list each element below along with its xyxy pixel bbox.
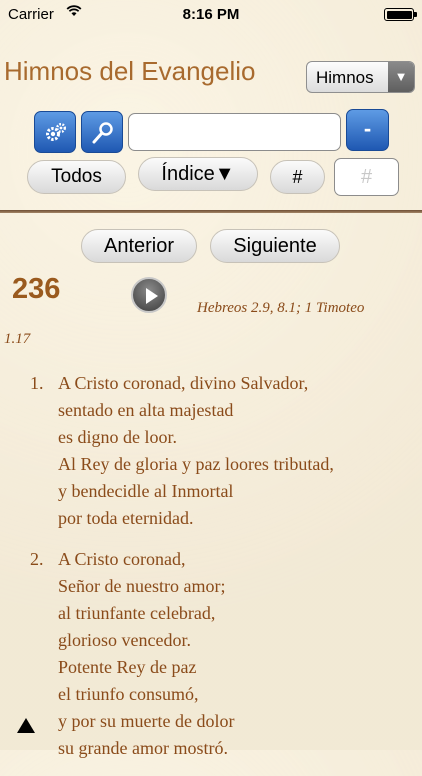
verse-line: Señor de nuestro amor;: [58, 576, 226, 596]
battery-tip: [414, 12, 417, 17]
verse-number: 2.: [30, 549, 44, 569]
index-button[interactable]: Índice▼: [138, 157, 258, 191]
verse-line: sentado en alta majestad: [58, 400, 234, 420]
references-line-2: 1.17: [4, 331, 31, 347]
references-line-1: Hebreos 2.9, 8.1; 1 Timoteo: [197, 300, 365, 316]
header-divider: [0, 210, 422, 213]
verse-1: 1. A Cristo coronad, divino Salvador, se…: [30, 370, 420, 532]
verse-2: 2. A Cristo coronad, Señor de nuestro am…: [30, 546, 420, 762]
verse-line: y bendecidle al Inmortal: [58, 481, 234, 501]
book-select[interactable]: Himnos ▼: [306, 61, 415, 93]
hymn-number-input[interactable]: #: [334, 158, 399, 196]
verse-line: Al Rey de gloria y paz loores tributad,: [58, 454, 334, 474]
verse-line: su grande amor mostró.: [58, 738, 228, 758]
verse-line: es digno de loor.: [58, 427, 177, 447]
verse-line: por toda eternidad.: [58, 508, 194, 528]
settings-gear-icon: [46, 123, 66, 141]
verse-line: Potente Rey de paz: [58, 657, 197, 677]
search-button[interactable]: [81, 111, 123, 153]
verse-number: 1.: [30, 373, 44, 393]
book-select-value: Himnos: [316, 68, 374, 87]
verse-line: glorioso vencedor.: [58, 630, 191, 650]
settings-button[interactable]: [34, 111, 76, 153]
verse-line: el triunfo consumó,: [58, 684, 199, 704]
search-icon: [92, 122, 113, 144]
all-button[interactable]: Todos: [27, 160, 126, 194]
scroll-up-icon[interactable]: [17, 718, 35, 733]
verse-line: y por su muerte de dolor: [58, 711, 235, 731]
minus-button[interactable]: -: [346, 109, 389, 151]
dropdown-arrow-icon: ▼: [388, 62, 414, 92]
number-button[interactable]: #: [270, 160, 325, 194]
search-input[interactable]: [128, 113, 341, 151]
status-bar: Carrier 8:16 PM: [0, 0, 422, 30]
app-title: Himnos del Evangelio: [4, 56, 256, 86]
verse-line: al triunfante celebrad,: [58, 603, 216, 623]
previous-button[interactable]: Anterior: [81, 229, 197, 263]
battery-icon: [384, 8, 414, 21]
verse-line: A Cristo coronad, divino Salvador,: [58, 373, 309, 393]
scripture-references: Hebreos 2.9, 8.1; 1 Timoteo 1.17: [4, 287, 399, 349]
clock: 8:16 PM: [182, 6, 240, 23]
hymn-verses: 1. A Cristo coronad, divino Salvador, se…: [30, 370, 420, 776]
next-button[interactable]: Siguiente: [210, 229, 340, 263]
verse-line: A Cristo coronad,: [58, 549, 186, 569]
